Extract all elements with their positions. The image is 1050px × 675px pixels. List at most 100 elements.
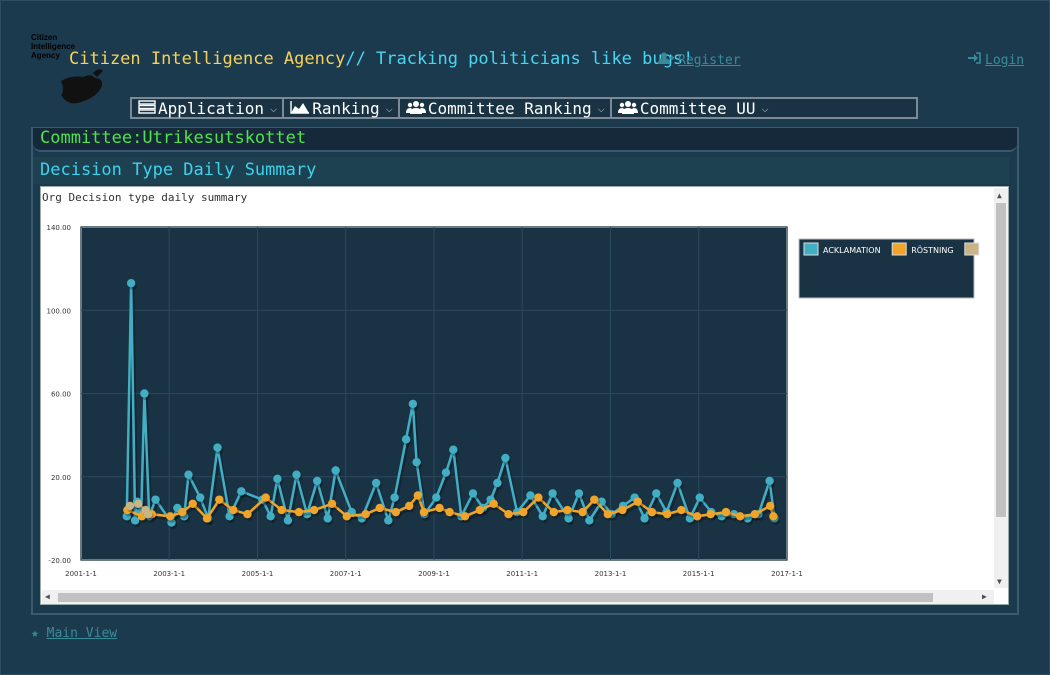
- data-point: [563, 505, 572, 515]
- y-tick-label: 140.00: [47, 224, 72, 232]
- menu-application-label: Application: [158, 98, 264, 118]
- data-point: [184, 470, 193, 479]
- y-tick-label: 100.00: [47, 307, 72, 315]
- data-point: [493, 478, 502, 488]
- chevron-down-icon: ⌵: [385, 101, 393, 115]
- data-point: [432, 493, 441, 502]
- menu-committee-uu[interactable]: Committee UU ⌵: [612, 98, 774, 118]
- data-point: [706, 510, 715, 519]
- scroll-up-arrow-icon[interactable]: ▲: [997, 191, 1002, 200]
- x-axis-ticks: 2001-1-1 2003-1-1 2005-1-1 2007-1-1 2009-1-1…: [65, 570, 803, 578]
- data-point: [489, 499, 498, 509]
- data-point: [475, 505, 484, 515]
- x-tick-label: 2009-1-1: [418, 570, 450, 578]
- data-point: [618, 505, 627, 515]
- data-point: [213, 443, 222, 452]
- data-point: [237, 487, 246, 496]
- login-label: Login: [985, 53, 1025, 68]
- site-title: Citizen Intelligence Agency// Tracking p…: [69, 49, 693, 69]
- x-tick-label: 2017-1-1: [771, 570, 803, 578]
- x-tick-label: 2011-1-1: [506, 570, 538, 578]
- users-icon: [617, 99, 638, 118]
- data-point: [323, 514, 332, 523]
- data-point: [445, 507, 454, 517]
- data-point: [266, 512, 275, 521]
- menu-committee-ranking-label: Committee Ranking: [427, 98, 592, 118]
- data-point: [693, 512, 702, 521]
- decision-type-chart: 140.00100.0060.0020.00-20.00 2001-1-1 200…: [47, 224, 987, 578]
- data-point: [677, 505, 686, 515]
- data-point: [361, 510, 370, 519]
- y-tick-label: 60.00: [51, 391, 71, 399]
- data-point: [534, 493, 543, 502]
- data-point: [196, 493, 205, 502]
- data-point: [468, 489, 478, 498]
- data-point: [441, 468, 451, 477]
- data-point: [640, 514, 649, 523]
- data-point: [574, 489, 584, 498]
- data-point: [647, 507, 657, 517]
- register-link[interactable]: Register: [658, 52, 741, 68]
- data-point: [178, 507, 187, 517]
- data-point: [673, 478, 682, 488]
- x-tick-label: 2005-1-1: [242, 570, 274, 578]
- x-tick-label: 2001-1-1: [65, 570, 97, 578]
- area-chart-icon: [290, 99, 310, 118]
- data-point: [750, 510, 760, 519]
- legend-swatch: [803, 242, 819, 256]
- server-icon: [138, 99, 156, 118]
- login-link[interactable]: Login: [968, 52, 1024, 68]
- data-point: [243, 510, 252, 519]
- data-point: [538, 512, 547, 521]
- chevron-down-icon: ⌵: [597, 101, 605, 115]
- data-point: [143, 510, 153, 519]
- data-point: [765, 476, 774, 486]
- data-point: [125, 501, 135, 511]
- y-tick-label: 20.00: [51, 474, 71, 482]
- sign-in-icon: [968, 52, 981, 68]
- data-point: [408, 399, 418, 409]
- menu-committee-uu-label: Committee UU: [639, 98, 756, 118]
- menu-ranking-label: Ranking: [312, 98, 380, 118]
- data-point: [435, 503, 444, 513]
- data-point: [590, 495, 599, 504]
- data-point: [342, 512, 351, 521]
- legend-swatch: [891, 242, 907, 256]
- x-tick-label: 2013-1-1: [595, 570, 627, 578]
- chart-caption: Org Decision type daily summary: [42, 191, 248, 204]
- committee-title: Committee:Utrikesutskottet: [40, 128, 307, 148]
- data-point: [769, 512, 778, 521]
- data-point: [735, 512, 745, 521]
- data-point: [501, 453, 510, 463]
- data-point: [412, 457, 421, 467]
- data-point: [327, 499, 337, 509]
- menu-committee-ranking[interactable]: Committee Ranking ⌵: [400, 98, 612, 118]
- scroll-left-arrow-icon[interactable]: ◀: [45, 592, 50, 601]
- user-plus-icon: [658, 52, 674, 68]
- data-point: [662, 510, 672, 519]
- data-point: [390, 493, 399, 502]
- data-point: [460, 512, 470, 521]
- data-point: [261, 493, 270, 502]
- data-point: [151, 495, 160, 504]
- horizontal-scroll-thumb[interactable]: [58, 593, 933, 602]
- scroll-right-arrow-icon[interactable]: ▶: [982, 592, 987, 601]
- site-title-main: Citizen Intelligence Agency: [69, 49, 346, 69]
- register-label: Register: [678, 53, 741, 68]
- data-point: [294, 507, 304, 517]
- data-point: [215, 495, 224, 504]
- vertical-scroll-thumb[interactable]: [996, 203, 1006, 517]
- legend-label: RÖSTNING: [911, 245, 953, 255]
- chevron-down-icon: ⌵: [269, 101, 278, 115]
- section-title: Decision Type Daily Summary: [40, 160, 317, 180]
- data-point: [766, 501, 775, 511]
- menu-ranking[interactable]: Ranking ⌵: [284, 98, 400, 118]
- data-point: [405, 501, 414, 511]
- main-view-link[interactable]: ★ Main View: [31, 626, 117, 641]
- data-point: [549, 507, 559, 517]
- main-menu: Application ⌵ Ranking ⌵ Committee Rankin…: [130, 97, 918, 119]
- menu-application[interactable]: Application ⌵: [132, 98, 285, 118]
- data-point: [519, 507, 528, 517]
- scroll-down-arrow-icon[interactable]: ▼: [997, 577, 1002, 586]
- cia-logo: Citizen Intelligence Agency: [31, 33, 111, 113]
